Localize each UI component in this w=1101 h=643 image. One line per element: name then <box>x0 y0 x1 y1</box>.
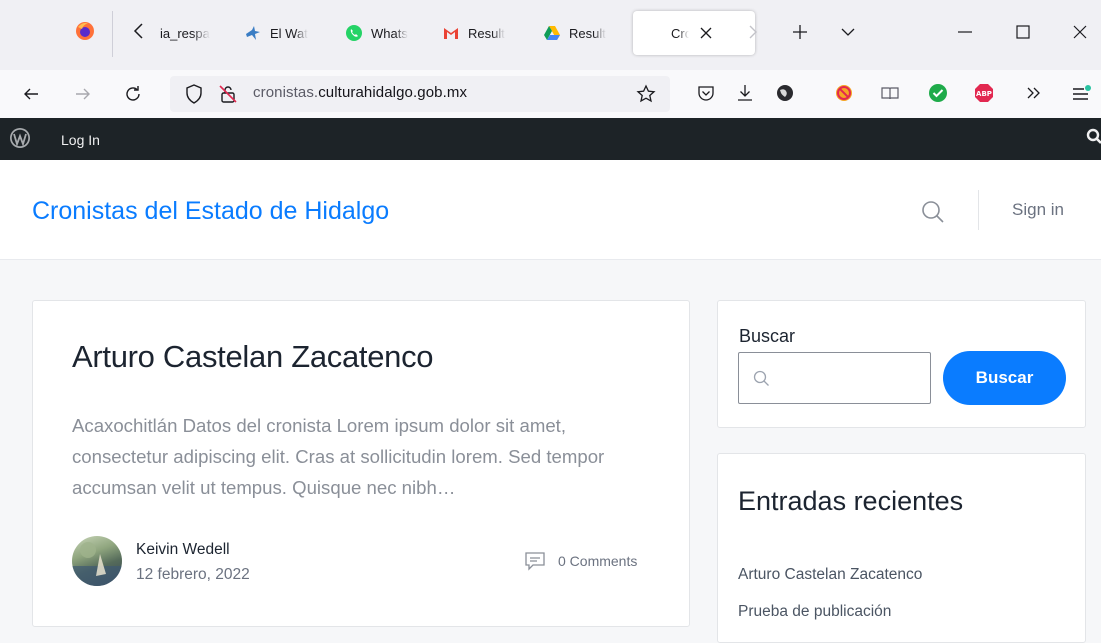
wp-admin-bar <box>0 118 1101 160</box>
search-button[interactable]: Buscar <box>943 351 1066 405</box>
google-drive-icon <box>543 24 561 42</box>
list-all-tabs-icon[interactable] <box>840 24 856 40</box>
tab-ia-respa[interactable]: ia_respa <box>160 13 230 53</box>
tab-whatsapp[interactable]: Whats <box>345 13 415 53</box>
recent-post-link[interactable]: Prueba de publicación <box>738 603 891 621</box>
app-menu-icon[interactable] <box>1071 83 1091 103</box>
url-domain: culturahidalgo.gob.mx <box>318 84 468 101</box>
new-tab-icon[interactable] <box>792 24 808 40</box>
maximize-icon[interactable] <box>1015 24 1031 40</box>
bookmark-star-icon[interactable] <box>636 84 656 103</box>
bird-icon <box>244 24 262 42</box>
pocket-icon[interactable] <box>696 83 716 103</box>
tab-gmail[interactable]: Result <box>442 13 516 53</box>
tab-label: Cro <box>671 25 689 41</box>
comments-link[interactable]: 0 Comments <box>558 553 637 569</box>
recent-post-link[interactable]: Arturo Castelan Zacatenco <box>738 566 922 584</box>
gmail-icon <box>442 24 460 42</box>
sign-in-link[interactable]: Sign in <box>1012 200 1064 220</box>
download-icon[interactable] <box>735 83 755 103</box>
author-avatar[interactable] <box>72 536 122 586</box>
author-name[interactable]: Keivin Wedell <box>136 541 230 559</box>
post-excerpt: Acaxochitlán Datos del cronista Lorem ip… <box>72 415 605 498</box>
comment-icon[interactable] <box>524 551 546 571</box>
admin-search-icon[interactable] <box>1086 128 1101 146</box>
forward-arrow-icon[interactable] <box>74 85 92 103</box>
tab-active-cronistas[interactable]: Cro <box>633 11 755 55</box>
extension-blocked-icon[interactable] <box>834 83 854 103</box>
tab-separator <box>112 11 113 57</box>
reload-icon[interactable] <box>124 85 142 103</box>
tab-label: El Wat <box>270 25 308 41</box>
whatsapp-icon <box>345 24 363 42</box>
extension-globe-icon[interactable] <box>775 83 795 103</box>
search-icon[interactable] <box>921 200 945 224</box>
post-date: 12 febrero, 2022 <box>136 566 250 583</box>
search-field[interactable] <box>738 352 931 404</box>
tab-scroll-right-icon[interactable] <box>745 24 761 40</box>
tab-label: Whats <box>371 25 408 41</box>
tab-drive[interactable]: Result <box>543 13 619 53</box>
insecure-lock-icon[interactable] <box>218 84 237 103</box>
recent-posts-title: Entradas recientes <box>738 486 964 516</box>
tab-scroll-left-icon[interactable] <box>132 22 146 40</box>
tab-close-icon[interactable] <box>700 27 712 39</box>
header-divider <box>978 190 979 230</box>
tab-el-wat[interactable]: El Wat <box>244 13 316 53</box>
search-input[interactable] <box>779 353 927 403</box>
check-extension-icon[interactable] <box>928 83 948 103</box>
tab-label: Result <box>468 25 505 41</box>
svg-text:ABP: ABP <box>976 90 992 98</box>
more-tools-icon[interactable] <box>1024 83 1044 103</box>
minimize-icon[interactable] <box>957 24 973 40</box>
tab-label: Result <box>569 25 606 41</box>
url-prefix: cronistas. <box>253 84 319 101</box>
firefox-view-icon[interactable] <box>74 20 96 42</box>
close-window-icon[interactable] <box>1072 24 1088 40</box>
back-arrow-icon[interactable] <box>22 85 40 103</box>
reader-view-icon[interactable] <box>880 83 900 103</box>
post-title[interactable]: Arturo Castelan Zacatenco <box>72 339 434 375</box>
search-field-icon <box>753 370 770 387</box>
wordpress-logo-icon[interactable] <box>9 127 31 149</box>
tracking-shield-icon[interactable] <box>185 84 203 104</box>
url-text[interactable]: cronistas.culturahidalgo.gob.mx <box>253 84 467 101</box>
tab-label: ia_respa <box>160 25 210 41</box>
adblock-plus-icon[interactable]: ABP <box>974 83 994 103</box>
search-label: Buscar <box>739 326 796 346</box>
site-title[interactable]: Cronistas del Estado de Hidalgo <box>32 197 389 226</box>
login-link[interactable]: Log In <box>61 132 100 148</box>
